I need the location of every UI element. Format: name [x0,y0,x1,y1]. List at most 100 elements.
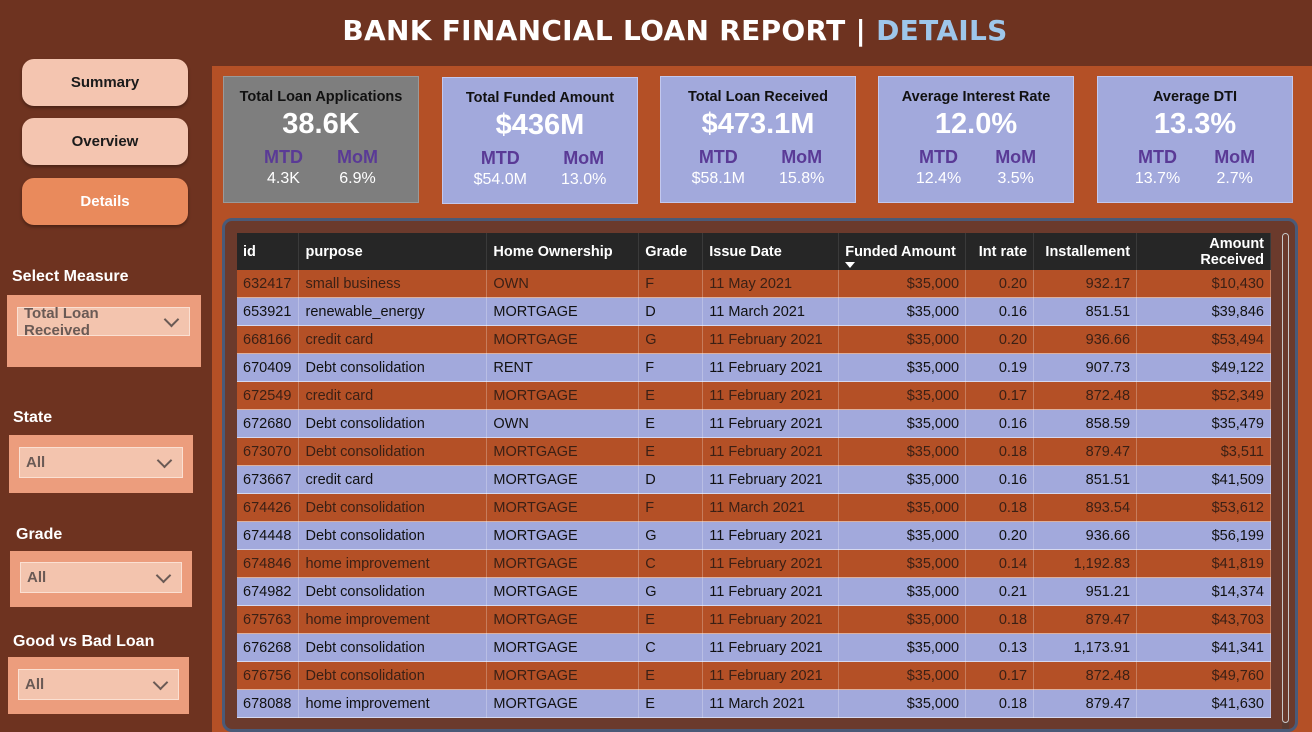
table-cell: $10,430 [1136,270,1271,298]
table-row[interactable]: 673070 Debt consolidation MORTGAGE E 11 Febr… [237,437,1271,466]
table-row[interactable]: 668166 credit card MORTGAGE G 11 February 20… [237,325,1271,354]
table-row[interactable]: 632417 small business OWN F 11 May 2021 $35,0… [237,270,1271,298]
column-header[interactable]: Amount Received [1136,233,1271,270]
measure-dropdown[interactable]: Total Loan Received [17,304,190,339]
column-header[interactable]: Home Ownership [486,233,640,270]
column-header[interactable]: Int rate [965,233,1035,270]
kpi-mom-value: 2.7% [1216,170,1253,187]
table-cell: G [638,577,704,606]
table-cell: 1,173.91 [1033,633,1138,662]
table-row[interactable]: 672680 Debt consolidation OWN E 11 February … [237,409,1271,438]
table-row[interactable]: 674448 Debt consolidation MORTGAGE G 11 Febr… [237,521,1271,550]
kpi-mom-value: 15.8% [779,170,825,187]
table-row[interactable]: 674982 Debt consolidation MORTGAGE G 11 Febr… [237,577,1271,606]
table-cell: 668166 [237,325,300,354]
table-cell: MORTGAGE [486,633,640,662]
table-cell: 11 February 2021 [702,409,840,438]
table-cell: $39,846 [1136,297,1271,326]
table-cell: 907.73 [1033,353,1138,382]
chevron-down-icon [152,674,169,690]
table-cell: 11 February 2021 [702,633,840,662]
table-row[interactable]: 672549 credit card MORTGAGE E 11 February 20… [237,381,1271,410]
grade-dropdown[interactable]: All [20,562,182,593]
table-cell: $35,000 [838,689,967,718]
table-cell: MORTGAGE [486,493,640,522]
table-cell: 11 February 2021 [702,605,840,634]
table-cell: Debt consolidation [298,409,488,438]
table-cell: 11 February 2021 [702,521,840,550]
loan-details-table: id purpose Home Ownership Grade Issue Date Fu… [222,218,1298,732]
table-cell: 0.13 [965,633,1035,662]
table-row[interactable]: 676268 Debt consolidation MORTGAGE C 11 Febr… [237,633,1271,662]
kpi-value: 12.0% [934,108,1018,140]
table-body: 632417 small business OWN F 11 May 2021 $35,0… [237,270,1271,718]
kpi-mtd-label: MTD [919,147,958,167]
kpi-mtd-label: MTD [480,148,520,168]
table-cell: $35,000 [838,409,967,438]
kpi-value: 38.6K [282,108,360,140]
table-row[interactable]: 675763 home improvement MORTGAGE E 11 Februa… [237,605,1271,634]
table-row[interactable]: 670409 Debt consolidation RENT F 11 February… [237,353,1271,382]
table-row[interactable]: 674846 home improvement MORTGAGE C 11 Februa… [237,549,1271,578]
kpi-title: Average Interest Rate [901,89,1051,105]
state-dropdown[interactable]: All [19,447,183,478]
table-cell: 676756 [237,661,300,690]
table-cell: 872.48 [1033,381,1138,410]
table-cell: $35,000 [838,493,967,522]
table-cell: E [638,689,704,718]
table-row[interactable]: 676756 Debt consolidation MORTGAGE E 11 Febr… [237,661,1271,690]
table-row[interactable]: 678088 home improvement MORTGAGE E 11 March … [237,689,1271,718]
column-header[interactable]: id [237,233,300,270]
details-button[interactable]: Details [22,178,188,225]
kpi-card: Total Loan Applications 38.6K MTD 4.3K Mo… [223,76,419,203]
chevron-down-icon [163,311,180,327]
table-cell: $35,000 [838,297,967,326]
table-cell: $14,374 [1136,577,1271,606]
kpi-mom-value: 3.5% [997,170,1034,187]
kpi-mtd-value: 4.3K [267,170,300,187]
table-row[interactable]: 674426 Debt consolidation MORTGAGE F 11 Marc… [237,493,1271,522]
table-cell: $53,494 [1136,325,1271,354]
table-scrollbar[interactable] [1282,233,1289,729]
table-cell: 11 February 2021 [702,353,840,382]
table-cell: 674982 [237,577,300,606]
kpi-value: $473.1M [701,108,815,140]
column-header[interactable]: purpose [298,233,488,270]
table-cell: E [638,437,704,466]
measure-value: Total Loan Received [24,304,99,339]
table-cell: 0.16 [965,409,1035,438]
table-cell: $41,630 [1136,689,1271,718]
table-cell: $52,349 [1136,381,1271,410]
column-header[interactable]: Funded Amount [838,233,967,270]
table-row[interactable]: 673667 credit card MORTGAGE D 11 February 20… [237,465,1271,494]
table-cell: G [638,521,704,550]
table-cell: $35,000 [838,325,967,354]
table-cell: F [638,353,704,382]
table-cell: $35,000 [838,661,967,690]
column-header[interactable]: Grade [638,233,704,270]
table-cell: MORTGAGE [486,381,640,410]
summary-button[interactable]: Summary [22,59,188,106]
table-cell: MORTGAGE [486,437,640,466]
table-cell: 879.47 [1033,437,1138,466]
table-row[interactable]: 653921 renewable_energy MORTGAGE D 11 March … [237,297,1271,326]
table-cell: credit card [298,465,488,494]
scrollbar-thumb[interactable] [1282,233,1289,723]
column-header[interactable]: Installement [1033,233,1138,270]
kpi-mtd-value: $58.1M [691,170,745,187]
table-cell: 0.14 [965,549,1035,578]
kpi-mtd-value: $54.0M [473,171,527,188]
table-cell: $49,760 [1136,661,1271,690]
table-cell: MORTGAGE [486,689,640,718]
kpi-mom-label: MoM [781,147,823,167]
column-header[interactable]: Issue Date [702,233,840,270]
table-cell: 879.47 [1033,689,1138,718]
table-cell: $35,000 [838,353,967,382]
loan-value: All [25,676,45,693]
table-cell: F [638,493,704,522]
table-cell: home improvement [298,605,488,634]
table-cell: $43,703 [1136,605,1271,634]
overview-button[interactable]: Overview [22,118,188,165]
table-cell: $35,000 [838,633,967,662]
loan-dropdown[interactable]: All [18,669,179,700]
